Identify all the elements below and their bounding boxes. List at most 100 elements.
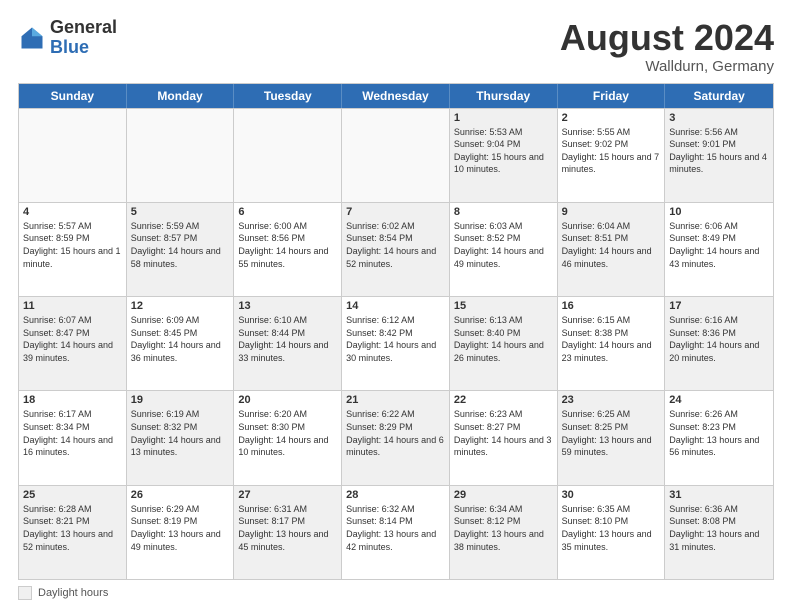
day-cell-4: 4 Sunrise: 5:57 AM Sunset: 8:59 PM Daylig… [19,203,127,296]
calendar-week-1: 1 Sunrise: 5:53 AM Sunset: 9:04 PM Daylig… [19,108,773,202]
day-number: 20 [238,394,337,406]
day-cell-22: 22Sunrise: 6:23 AM Sunset: 8:27 PM Dayli… [450,391,558,484]
day-info: Sunrise: 6:29 AM Sunset: 8:19 PM Dayligh… [131,503,230,553]
day-cell-6: 6 Sunrise: 6:00 AM Sunset: 8:56 PM Daylig… [234,203,342,296]
day-of-week-thursday: Thursday [450,84,558,108]
day-info: Sunrise: 6:06 AM Sunset: 8:49 PM Dayligh… [669,220,769,270]
day-info: Sunrise: 5:55 AM Sunset: 9:02 PM Dayligh… [562,126,661,176]
day-cell-1: 1 Sunrise: 5:53 AM Sunset: 9:04 PM Daylig… [450,109,558,202]
day-info: Sunrise: 6:04 AM Sunset: 8:51 PM Dayligh… [562,220,661,270]
day-number: 13 [238,300,337,312]
day-cell-25: 25Sunrise: 6:28 AM Sunset: 8:21 PM Dayli… [19,486,127,579]
day-number: 11 [23,300,122,312]
day-number: 25 [23,489,122,501]
day-info: Sunrise: 6:15 AM Sunset: 8:38 PM Dayligh… [562,314,661,364]
day-info: Sunrise: 6:31 AM Sunset: 8:17 PM Dayligh… [238,503,337,553]
day-info: Sunrise: 6:25 AM Sunset: 8:25 PM Dayligh… [562,408,661,458]
title-block: August 2024 Walldurn, Germany [560,18,774,75]
day-of-week-saturday: Saturday [665,84,773,108]
day-info: Sunrise: 6:02 AM Sunset: 8:54 PM Dayligh… [346,220,445,270]
day-number: 14 [346,300,445,312]
day-number: 23 [562,394,661,406]
day-number: 12 [131,300,230,312]
day-number: 26 [131,489,230,501]
day-cell-11: 11 Sunrise: 6:07 AM Sunset: 8:47 PM Dayli… [19,297,127,390]
logo-general-text: General [50,17,117,37]
day-cell-12: 12 Sunrise: 6:09 AM Sunset: 8:45 PM Dayli… [127,297,235,390]
day-number: 2 [562,112,661,124]
day-info: Sunrise: 6:22 AM Sunset: 8:29 PM Dayligh… [346,408,445,458]
day-info: Sunrise: 6:20 AM Sunset: 8:30 PM Dayligh… [238,408,337,458]
day-number: 9 [562,206,661,218]
day-number: 4 [23,206,122,218]
day-cell-3: 3 Sunrise: 5:56 AM Sunset: 9:01 PM Daylig… [665,109,773,202]
day-info: Sunrise: 6:10 AM Sunset: 8:44 PM Dayligh… [238,314,337,364]
calendar-body: 1 Sunrise: 5:53 AM Sunset: 9:04 PM Daylig… [19,108,773,579]
logo-text: General Blue [50,18,117,58]
day-number: 8 [454,206,553,218]
legend-box [18,586,32,600]
day-number: 1 [454,112,553,124]
logo-blue-text: Blue [50,37,89,57]
day-cell-23: 23 Sunrise: 6:25 AM Sunset: 8:25 PM Dayli… [558,391,666,484]
calendar-week-2: 4 Sunrise: 5:57 AM Sunset: 8:59 PM Daylig… [19,202,773,296]
day-cell-2: 2 Sunrise: 5:55 AM Sunset: 9:02 PM Daylig… [558,109,666,202]
day-info: Sunrise: 5:57 AM Sunset: 8:59 PM Dayligh… [23,220,122,270]
day-cell-18: 18Sunrise: 6:17 AM Sunset: 8:34 PM Dayli… [19,391,127,484]
calendar: SundayMondayTuesdayWednesdayThursdayFrid… [18,83,774,580]
day-info: Sunrise: 5:56 AM Sunset: 9:01 PM Dayligh… [669,126,769,176]
day-info: Sunrise: 6:17 AM Sunset: 8:34 PM Dayligh… [23,408,122,458]
day-of-week-wednesday: Wednesday [342,84,450,108]
calendar-week-3: 11 Sunrise: 6:07 AM Sunset: 8:47 PM Dayli… [19,296,773,390]
day-info: Sunrise: 6:36 AM Sunset: 8:08 PM Dayligh… [669,503,769,553]
day-info: Sunrise: 6:09 AM Sunset: 8:45 PM Dayligh… [131,314,230,364]
day-info: Sunrise: 6:00 AM Sunset: 8:56 PM Dayligh… [238,220,337,270]
day-number: 7 [346,206,445,218]
header: General Blue August 2024 Walldurn, Germa… [18,18,774,75]
day-number: 16 [562,300,661,312]
day-cell-8: 8 Sunrise: 6:03 AM Sunset: 8:52 PM Daylig… [450,203,558,296]
day-number: 24 [669,394,769,406]
day-cell-27: 27Sunrise: 6:31 AM Sunset: 8:17 PM Dayli… [234,486,342,579]
day-info: Sunrise: 6:13 AM Sunset: 8:40 PM Dayligh… [454,314,553,364]
day-cell-26: 26 Sunrise: 6:29 AM Sunset: 8:19 PM Dayli… [127,486,235,579]
day-number: 22 [454,394,553,406]
month-title: August 2024 [560,18,774,58]
day-number: 6 [238,206,337,218]
day-cell-21: 21Sunrise: 6:22 AM Sunset: 8:29 PM Dayli… [342,391,450,484]
day-of-week-monday: Monday [127,84,235,108]
day-cell-13: 13 Sunrise: 6:10 AM Sunset: 8:44 PM Dayli… [234,297,342,390]
day-cell-14: 14Sunrise: 6:12 AM Sunset: 8:42 PM Dayli… [342,297,450,390]
day-cell-24: 24 Sunrise: 6:26 AM Sunset: 8:23 PM Dayli… [665,391,773,484]
day-cell-9: 9 Sunrise: 6:04 AM Sunset: 8:51 PM Daylig… [558,203,666,296]
day-info: Sunrise: 6:07 AM Sunset: 8:47 PM Dayligh… [23,314,122,364]
empty-cell [127,109,235,202]
day-cell-16: 16 Sunrise: 6:15 AM Sunset: 8:38 PM Dayli… [558,297,666,390]
page: General Blue August 2024 Walldurn, Germa… [0,0,792,612]
day-cell-10: 10 Sunrise: 6:06 AM Sunset: 8:49 PM Dayli… [665,203,773,296]
day-number: 19 [131,394,230,406]
day-cell-30: 30Sunrise: 6:35 AM Sunset: 8:10 PM Dayli… [558,486,666,579]
day-info: Sunrise: 6:26 AM Sunset: 8:23 PM Dayligh… [669,408,769,458]
day-number: 10 [669,206,769,218]
calendar-header: SundayMondayTuesdayWednesdayThursdayFrid… [19,84,773,108]
day-info: Sunrise: 5:59 AM Sunset: 8:57 PM Dayligh… [131,220,230,270]
location: Walldurn, Germany [560,58,774,75]
logo-icon [18,24,46,52]
day-number: 5 [131,206,230,218]
day-cell-17: 17Sunrise: 6:16 AM Sunset: 8:36 PM Dayli… [665,297,773,390]
day-info: Sunrise: 6:03 AM Sunset: 8:52 PM Dayligh… [454,220,553,270]
empty-cell [19,109,127,202]
day-of-week-sunday: Sunday [19,84,127,108]
day-number: 3 [669,112,769,124]
day-info: Sunrise: 6:34 AM Sunset: 8:12 PM Dayligh… [454,503,553,553]
day-number: 17 [669,300,769,312]
day-number: 30 [562,489,661,501]
logo: General Blue [18,18,117,58]
day-info: Sunrise: 5:53 AM Sunset: 9:04 PM Dayligh… [454,126,553,176]
empty-cell [234,109,342,202]
day-cell-20: 20 Sunrise: 6:20 AM Sunset: 8:30 PM Dayli… [234,391,342,484]
day-info: Sunrise: 6:19 AM Sunset: 8:32 PM Dayligh… [131,408,230,458]
day-of-week-friday: Friday [558,84,666,108]
day-number: 31 [669,489,769,501]
